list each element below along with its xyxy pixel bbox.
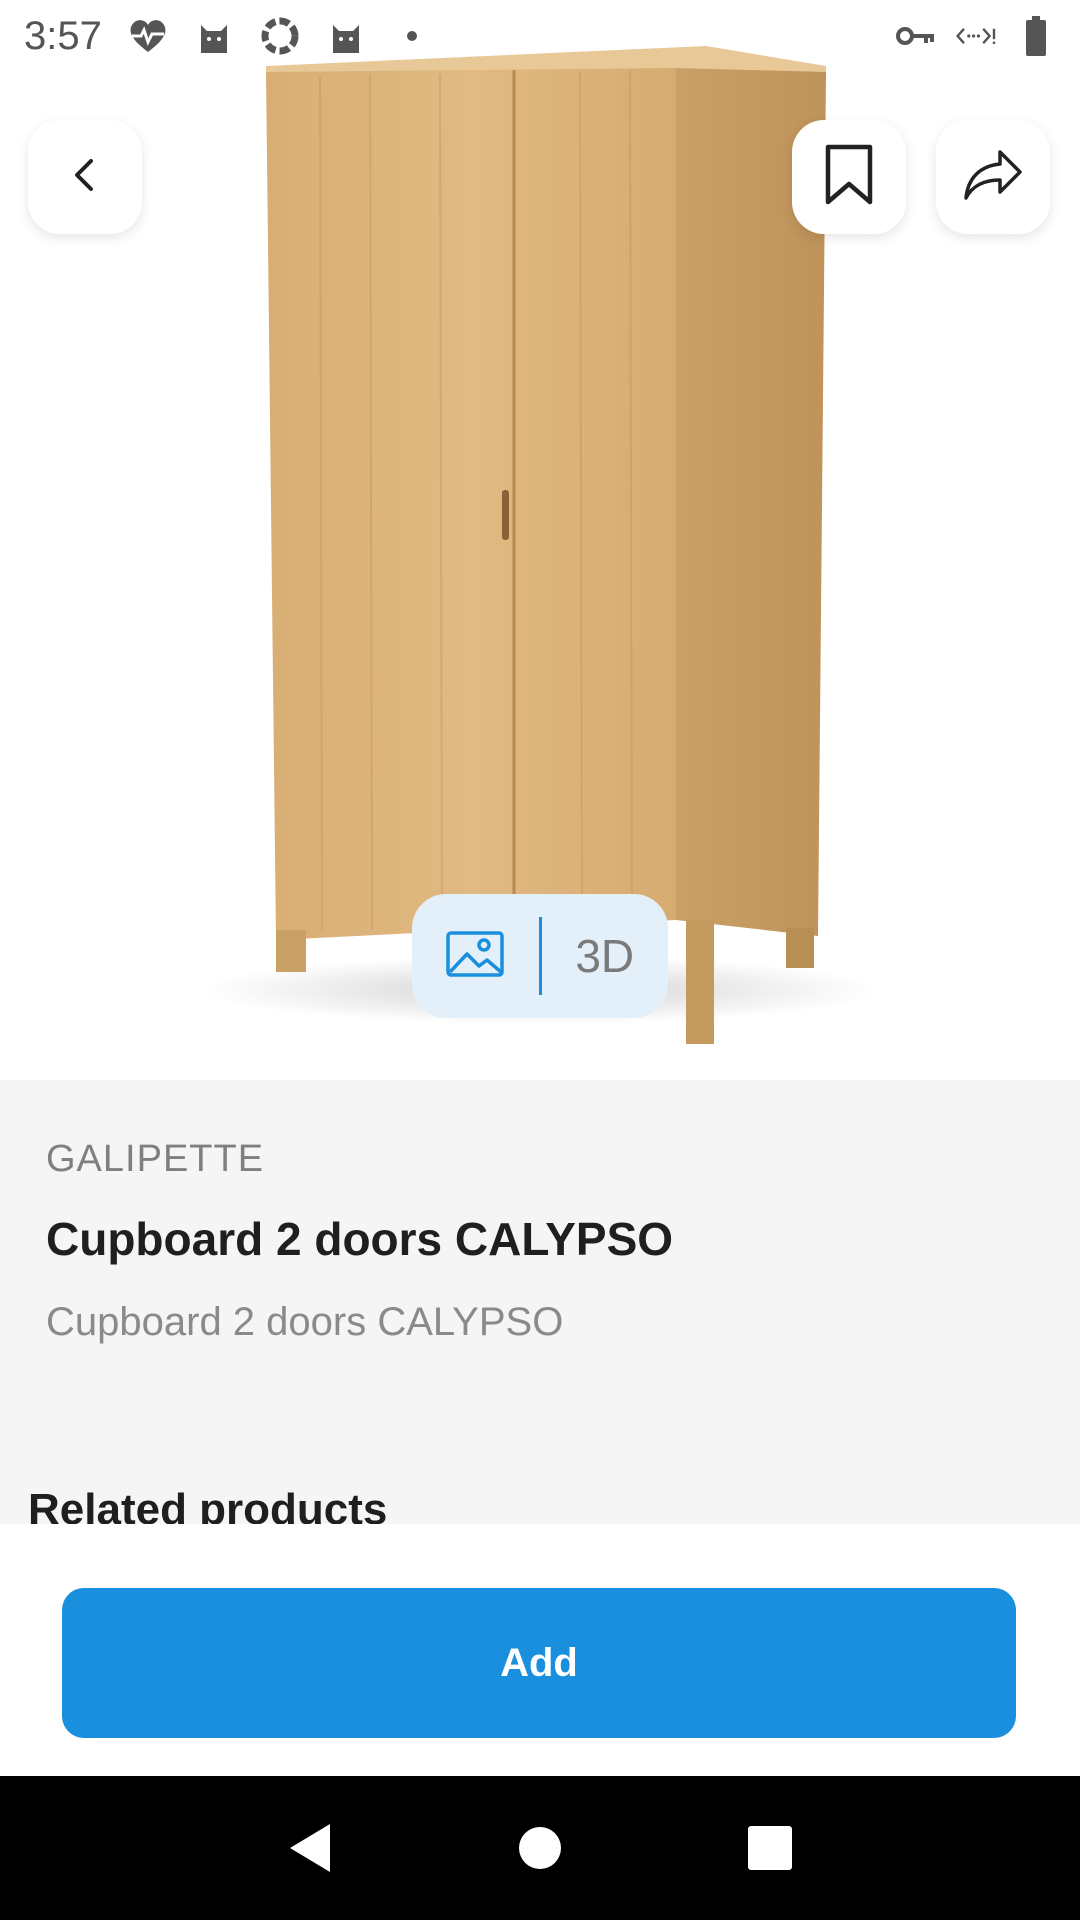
share-button[interactable] [936, 120, 1050, 234]
product-subtitle: Cupboard 2 doors CALYPSO [46, 1300, 564, 1344]
chevron-left-icon [65, 155, 105, 200]
product-brand: GALIPETTE [46, 1138, 265, 1180]
vpn-key-icon [896, 16, 936, 56]
system-navigation-bar [0, 1776, 1080, 1920]
sync-icon [260, 16, 300, 56]
share-icon [962, 148, 1024, 207]
related-products-heading: Related products [28, 1485, 388, 1524]
status-bar: 3:57 [0, 0, 1080, 72]
nav-recents-icon[interactable] [740, 1818, 800, 1878]
battery-icon [1016, 16, 1056, 56]
bookmark-icon [824, 144, 874, 211]
image-icon [445, 930, 505, 983]
3d-label: 3D [575, 930, 635, 982]
status-time: 3:57 [24, 13, 102, 58]
heart-pulse-icon [128, 16, 168, 56]
add-button[interactable]: Add [62, 1588, 1016, 1738]
image-view-button[interactable] [412, 894, 539, 1018]
nav-home-icon[interactable] [510, 1818, 570, 1878]
product-title: Cupboard 2 doors CALYPSO [46, 1213, 674, 1265]
bookmark-button[interactable] [792, 120, 906, 234]
cat-icon [194, 16, 234, 56]
media-toggle: 3D [412, 894, 668, 1018]
product-info-section: GALIPETTE Cupboard 2 doors CALYPSO Cupbo… [0, 1080, 1080, 1524]
nav-back-icon[interactable] [280, 1818, 340, 1878]
cat-icon [326, 16, 366, 56]
back-button[interactable] [28, 120, 142, 234]
bottom-action-area: Add [0, 1524, 1080, 1776]
dot-icon [392, 16, 432, 56]
data-saver-icon [956, 16, 996, 56]
3d-view-button[interactable]: 3D [542, 894, 669, 1018]
